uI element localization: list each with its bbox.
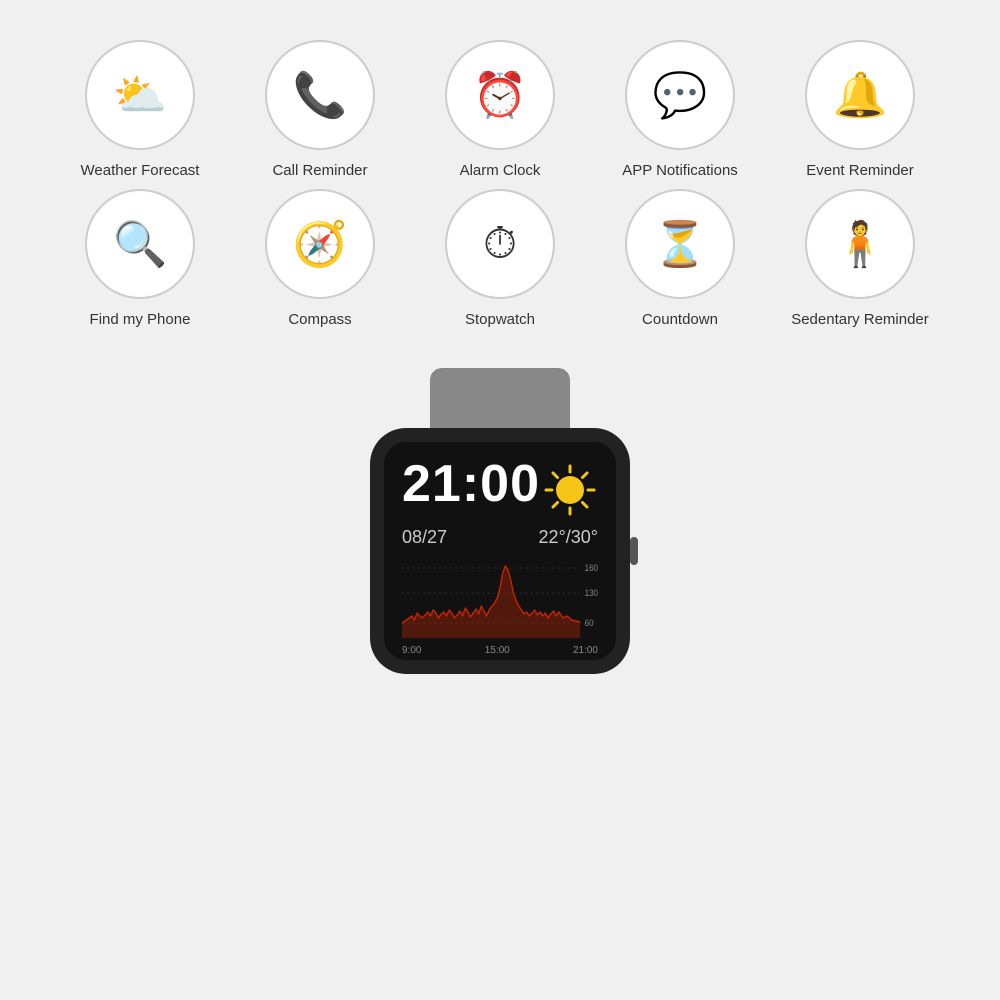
feature-circle-compass: 🧭 — [265, 189, 375, 299]
feature-circle-stopwatch: ⏱ — [445, 189, 555, 299]
app-notifications-icon: 💬 — [653, 69, 708, 121]
sun-icon — [542, 462, 598, 518]
feature-item-alarm-clock: ⏰ Alarm Clock — [415, 40, 585, 179]
chart-label-160: 160 — [585, 563, 598, 574]
feature-item-compass: 🧭 Compass — [235, 189, 405, 328]
feature-item-stopwatch: ⏱ Stopwatch — [415, 189, 585, 328]
compass-label: Compass — [288, 311, 351, 328]
feature-circle-event-reminder: 🔔 — [805, 40, 915, 150]
feature-circle-sedentary-reminder: 🧍 — [805, 189, 915, 299]
feature-circle-find-my-phone: 🔍 — [85, 189, 195, 299]
chart-time-start: 9:00 — [402, 645, 421, 656]
feature-item-sedentary-reminder: 🧍 Sedentary Reminder — [775, 189, 945, 328]
event-reminder-label: Event Reminder — [806, 162, 914, 179]
features-row-2: 🔍 Find my Phone 🧭 Compass ⏱ Stopwatch ⏳ Countdo… — [50, 189, 950, 328]
watch-screen: 21:00 — [384, 442, 616, 660]
features-grid: ⛅ Weather Forecast 📞 Call Reminder ⏰ Alarm Cl… — [50, 40, 950, 328]
feature-item-app-notifications: 💬 APP Notifications — [595, 40, 765, 179]
call-reminder-label: Call Reminder — [272, 162, 367, 179]
watch-temp: 22°/30° — [539, 527, 598, 548]
watch-section: 21:00 — [0, 368, 1000, 674]
sedentary-reminder-icon: 🧍 — [833, 218, 888, 270]
chart-label-130: 130 — [585, 588, 598, 599]
alarm-clock-icon: ⏰ — [473, 69, 528, 121]
find-my-phone-icon: 🔍 — [113, 218, 168, 270]
feature-item-weather-forecast: ⛅ Weather Forecast — [55, 40, 225, 179]
watch-sun — [542, 462, 598, 523]
watch-date: 08/27 — [402, 527, 447, 548]
sedentary-reminder-label: Sedentary Reminder — [791, 311, 929, 328]
event-reminder-icon: 🔔 — [833, 69, 888, 121]
stopwatch-label: Stopwatch — [465, 311, 535, 328]
features-section: ⛅ Weather Forecast 📞 Call Reminder ⏰ Alarm Cl… — [0, 0, 1000, 348]
find-my-phone-label: Find my Phone — [90, 311, 191, 328]
feature-item-call-reminder: 📞 Call Reminder — [235, 40, 405, 179]
alarm-clock-label: Alarm Clock — [460, 162, 541, 179]
side-button — [630, 537, 638, 565]
feature-circle-alarm-clock: ⏰ — [445, 40, 555, 150]
watch-body: 21:00 — [370, 428, 630, 674]
countdown-icon: ⏳ — [653, 218, 708, 270]
features-row-1: ⛅ Weather Forecast 📞 Call Reminder ⏰ Alarm Cl… — [50, 40, 950, 179]
weather-forecast-label: Weather Forecast — [81, 162, 200, 179]
watch-bottom-row: 08/27 22°/30° — [402, 527, 598, 548]
compass-icon: 🧭 — [293, 218, 348, 270]
watch-top-row: 21:00 — [402, 458, 598, 523]
chart-time-end: 21:00 — [573, 645, 598, 656]
feature-circle-weather-forecast: ⛅ — [85, 40, 195, 150]
strap-top — [430, 368, 570, 428]
feature-item-event-reminder: 🔔 Event Reminder — [775, 40, 945, 179]
chart-svg: 160 130 60 — [402, 558, 598, 638]
watch-time: 21:00 — [402, 458, 540, 510]
watch-outer: 21:00 — [340, 368, 660, 674]
feature-circle-call-reminder: 📞 — [265, 40, 375, 150]
stopwatch-icon: ⏱ — [483, 219, 517, 269]
weather-forecast-icon: ⛅ — [113, 69, 168, 121]
feature-item-find-my-phone: 🔍 Find my Phone — [55, 189, 225, 328]
app-notifications-label: APP Notifications — [622, 162, 738, 179]
countdown-label: Countdown — [642, 311, 718, 328]
chart-time-mid: 15:00 — [485, 645, 510, 656]
feature-circle-app-notifications: 💬 — [625, 40, 735, 150]
chart-label-60: 60 — [585, 618, 594, 629]
feature-circle-countdown: ⏳ — [625, 189, 735, 299]
heart-rate-chart: 160 130 60 9:00 15:00 21:00 — [402, 558, 598, 648]
feature-item-countdown: ⏳ Countdown — [595, 189, 765, 328]
call-reminder-icon: 📞 — [293, 69, 348, 121]
chart-time-labels: 9:00 15:00 21:00 — [402, 645, 598, 656]
